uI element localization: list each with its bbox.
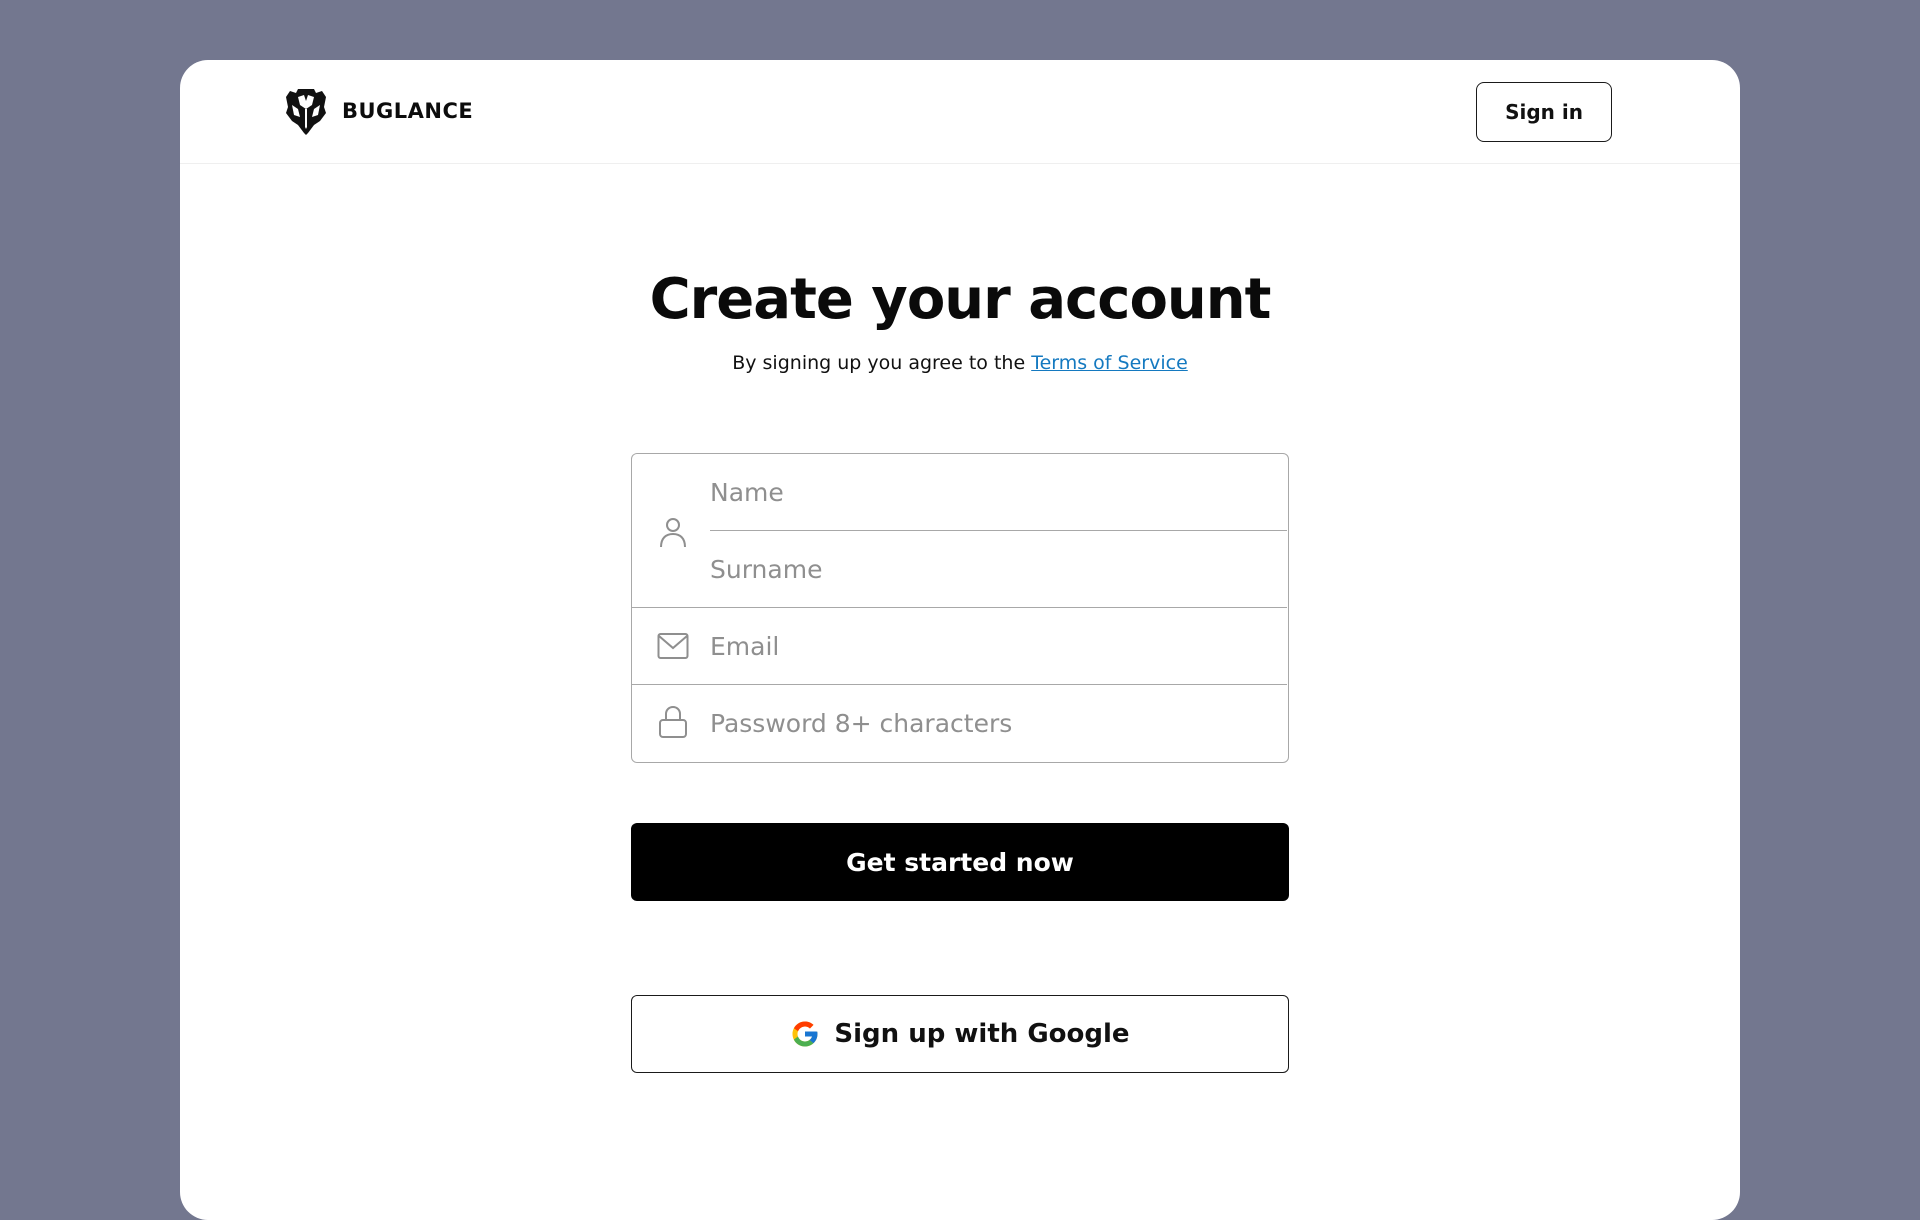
google-signup-label: Sign up with Google — [834, 1019, 1130, 1049]
user-icon — [660, 518, 686, 548]
top-header: BUGLANCE Sign in — [180, 60, 1740, 164]
terms-prefix: By signing up you agree to the — [732, 352, 1032, 374]
lock-icon — [659, 705, 687, 738]
name-input[interactable] — [710, 472, 1270, 512]
surname-input[interactable] — [710, 549, 1270, 589]
sign-in-button[interactable]: Sign in — [1476, 82, 1612, 142]
password-field-row — [632, 685, 1287, 761]
name-surname-divider — [710, 530, 1287, 531]
mail-icon — [657, 633, 689, 659]
google-signup-button[interactable]: Sign up with Google — [631, 995, 1289, 1073]
password-input[interactable] — [710, 703, 1270, 743]
terms-of-service-link[interactable]: Terms of Service — [1031, 352, 1188, 374]
name-fields-group — [632, 454, 1287, 608]
shield-logo-icon — [286, 89, 326, 135]
terms-notice: By signing up you agree to the Terms of … — [180, 348, 1740, 378]
email-field-row — [632, 608, 1287, 685]
email-input[interactable] — [710, 626, 1270, 666]
page-title: Create your account — [649, 267, 1272, 332]
get-started-button[interactable]: Get started now — [631, 823, 1289, 901]
signup-card: BUGLANCE Sign in Create your account By … — [180, 60, 1740, 1220]
google-icon — [792, 1021, 818, 1047]
brand-logo[interactable]: BUGLANCE — [284, 86, 473, 136]
signup-form — [631, 453, 1289, 763]
brand-name: BUGLANCE — [342, 99, 474, 123]
